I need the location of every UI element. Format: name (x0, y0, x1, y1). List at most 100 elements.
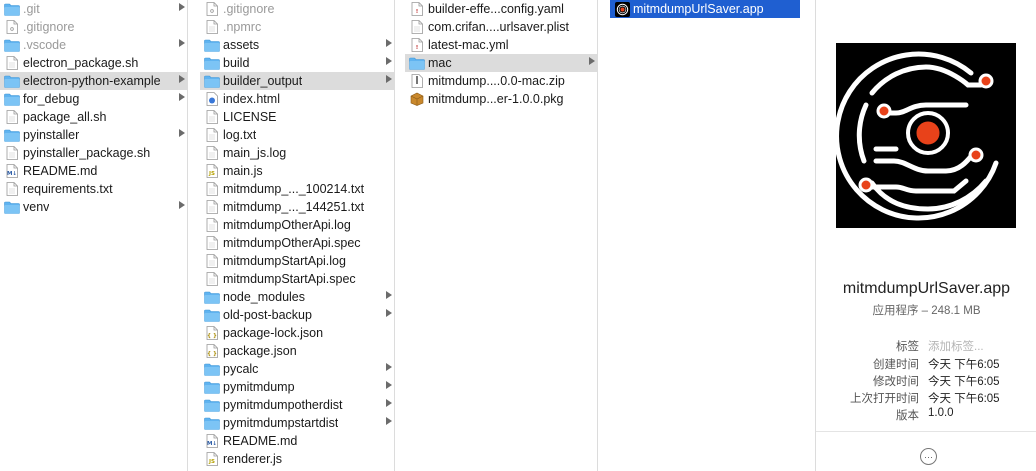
file-row[interactable]: mitmdumpStartApi.spec (200, 270, 394, 288)
document-icon (204, 146, 220, 160)
file-row[interactable]: mitmdumpUrlSaver.app (610, 0, 800, 18)
file-row[interactable]: mitmdump_..._144251.txt (200, 198, 394, 216)
file-row[interactable]: mitmdumpStartApi.log (200, 252, 394, 270)
folder-icon (204, 362, 220, 376)
file-row[interactable]: log.txt (200, 126, 394, 144)
file-row[interactable]: builder_output (200, 72, 394, 90)
document-icon (4, 110, 20, 124)
markdown-icon: M↓ (204, 434, 220, 448)
json-icon: { } (204, 344, 220, 358)
file-name: README.md (223, 434, 298, 448)
document-icon (204, 254, 220, 268)
yaml-icon: ! (409, 2, 425, 16)
file-row[interactable]: ! latest-mac.yml (405, 36, 597, 54)
file-row[interactable]: M↓ README.md (200, 432, 394, 450)
file-name: mitmdumpUrlSaver.app (633, 2, 764, 16)
file-row[interactable]: build (200, 54, 394, 72)
folder-icon (204, 416, 220, 430)
file-row[interactable]: mitmdump...er-1.0.0.pkg (405, 90, 597, 108)
preview-file-kind-size: 应用程序 – 248.1 MB (872, 305, 981, 317)
file-row[interactable]: ⚙ .gitignore (200, 0, 394, 18)
file-row[interactable]: mitmdump_..._100214.txt (200, 180, 394, 198)
file-row[interactable]: ! builder-effe...config.yaml (405, 0, 597, 18)
file-row[interactable]: package_all.sh (0, 108, 187, 126)
file-row[interactable]: old-post-backup (200, 306, 394, 324)
file-name: latest-mac.yml (428, 38, 509, 52)
file-row[interactable]: assets (200, 36, 394, 54)
file-row[interactable]: electron_package.sh (0, 54, 187, 72)
file-row[interactable]: .vscode (0, 36, 187, 54)
svg-text:JS: JS (208, 171, 215, 177)
folder-icon (4, 200, 20, 214)
modified-label: 修改时间 (873, 376, 919, 388)
file-row[interactable]: venv (0, 198, 187, 216)
file-row[interactable]: requirements.txt (0, 180, 187, 198)
folder-icon (204, 380, 220, 394)
file-row[interactable]: JS main.js (200, 162, 394, 180)
file-row[interactable]: M↓ README.md (0, 162, 187, 180)
tags-input[interactable]: 添加标签... (928, 338, 984, 354)
document-icon (409, 20, 425, 34)
document-icon (204, 236, 220, 250)
file-row[interactable]: JS renderer.js (200, 450, 394, 468)
file-row[interactable]: LICENSE (200, 108, 394, 126)
file-row[interactable]: main_js.log (200, 144, 394, 162)
file-name: assets (223, 38, 260, 52)
file-row[interactable]: for_debug (0, 90, 187, 108)
file-name: .vscode (23, 38, 67, 52)
chevron-right-icon (179, 39, 185, 47)
svg-text:M↓: M↓ (7, 170, 17, 177)
chevron-right-icon (386, 399, 392, 407)
svg-text:M↓: M↓ (207, 440, 217, 447)
file-row[interactable]: pymitmdump (200, 378, 394, 396)
file-row[interactable]: { } package-lock.json (200, 324, 394, 342)
file-name: for_debug (23, 92, 80, 106)
file-row[interactable]: mitmdumpOtherApi.spec (200, 234, 394, 252)
file-row[interactable]: mitmdump....0.0-mac.zip (405, 72, 597, 90)
chevron-right-icon (179, 129, 185, 137)
chevron-right-icon (386, 291, 392, 299)
file-row[interactable]: pyinstaller (0, 126, 187, 144)
file-name: .npmrc (223, 20, 262, 34)
markdown-icon: M↓ (4, 164, 20, 178)
file-name: mitmdump_..._100214.txt (223, 182, 365, 196)
file-row[interactable]: pycalc (200, 360, 394, 378)
folder-icon (204, 290, 220, 304)
file-row[interactable]: mac (405, 54, 597, 72)
file-name: main_js.log (223, 146, 287, 160)
file-row[interactable]: electron-python-example (0, 72, 187, 90)
chevron-right-icon (386, 381, 392, 389)
file-name: pymitmdump (223, 380, 295, 394)
more-actions-button[interactable]: ··· (920, 448, 937, 465)
file-name: pycalc (223, 362, 259, 376)
document-icon (204, 128, 220, 142)
gear-doc-icon: ⚙ (4, 20, 20, 34)
file-name: mitmdumpStartApi.spec (223, 272, 356, 286)
file-name: old-post-backup (223, 308, 312, 322)
version-value: 1.0.0 (928, 407, 954, 419)
last-opened-label: 上次打开时间 (850, 393, 919, 405)
file-row[interactable]: pymitmdumpstartdist (200, 414, 394, 432)
document-icon (204, 218, 220, 232)
file-row[interactable]: .npmrc (200, 18, 394, 36)
file-row[interactable]: com.crifan....urlsaver.plist (405, 18, 597, 36)
chevron-right-icon (179, 3, 185, 11)
file-name: builder-effe...config.yaml (428, 2, 564, 16)
file-row[interactable]: pymitmdumpotherdist (200, 396, 394, 414)
chevron-right-icon (179, 201, 185, 209)
file-name: main.js (223, 164, 263, 178)
file-row[interactable]: ⚙ .gitignore (0, 18, 187, 36)
svg-text:⚙: ⚙ (10, 27, 15, 33)
file-row[interactable]: pyinstaller_package.sh (0, 144, 187, 162)
file-row[interactable]: { } package.json (200, 342, 394, 360)
folder-icon (4, 2, 20, 16)
file-row[interactable]: index.html (200, 90, 394, 108)
folder-icon (204, 56, 220, 70)
chevron-right-icon (386, 39, 392, 47)
file-row[interactable]: node_modules (200, 288, 394, 306)
folder-icon (4, 92, 20, 106)
preview-file-name: mitmdumpUrlSaver.app (842, 280, 1011, 297)
created-label: 创建时间 (873, 359, 919, 371)
file-row[interactable]: mitmdumpOtherApi.log (200, 216, 394, 234)
file-row[interactable]: .git (0, 0, 187, 18)
